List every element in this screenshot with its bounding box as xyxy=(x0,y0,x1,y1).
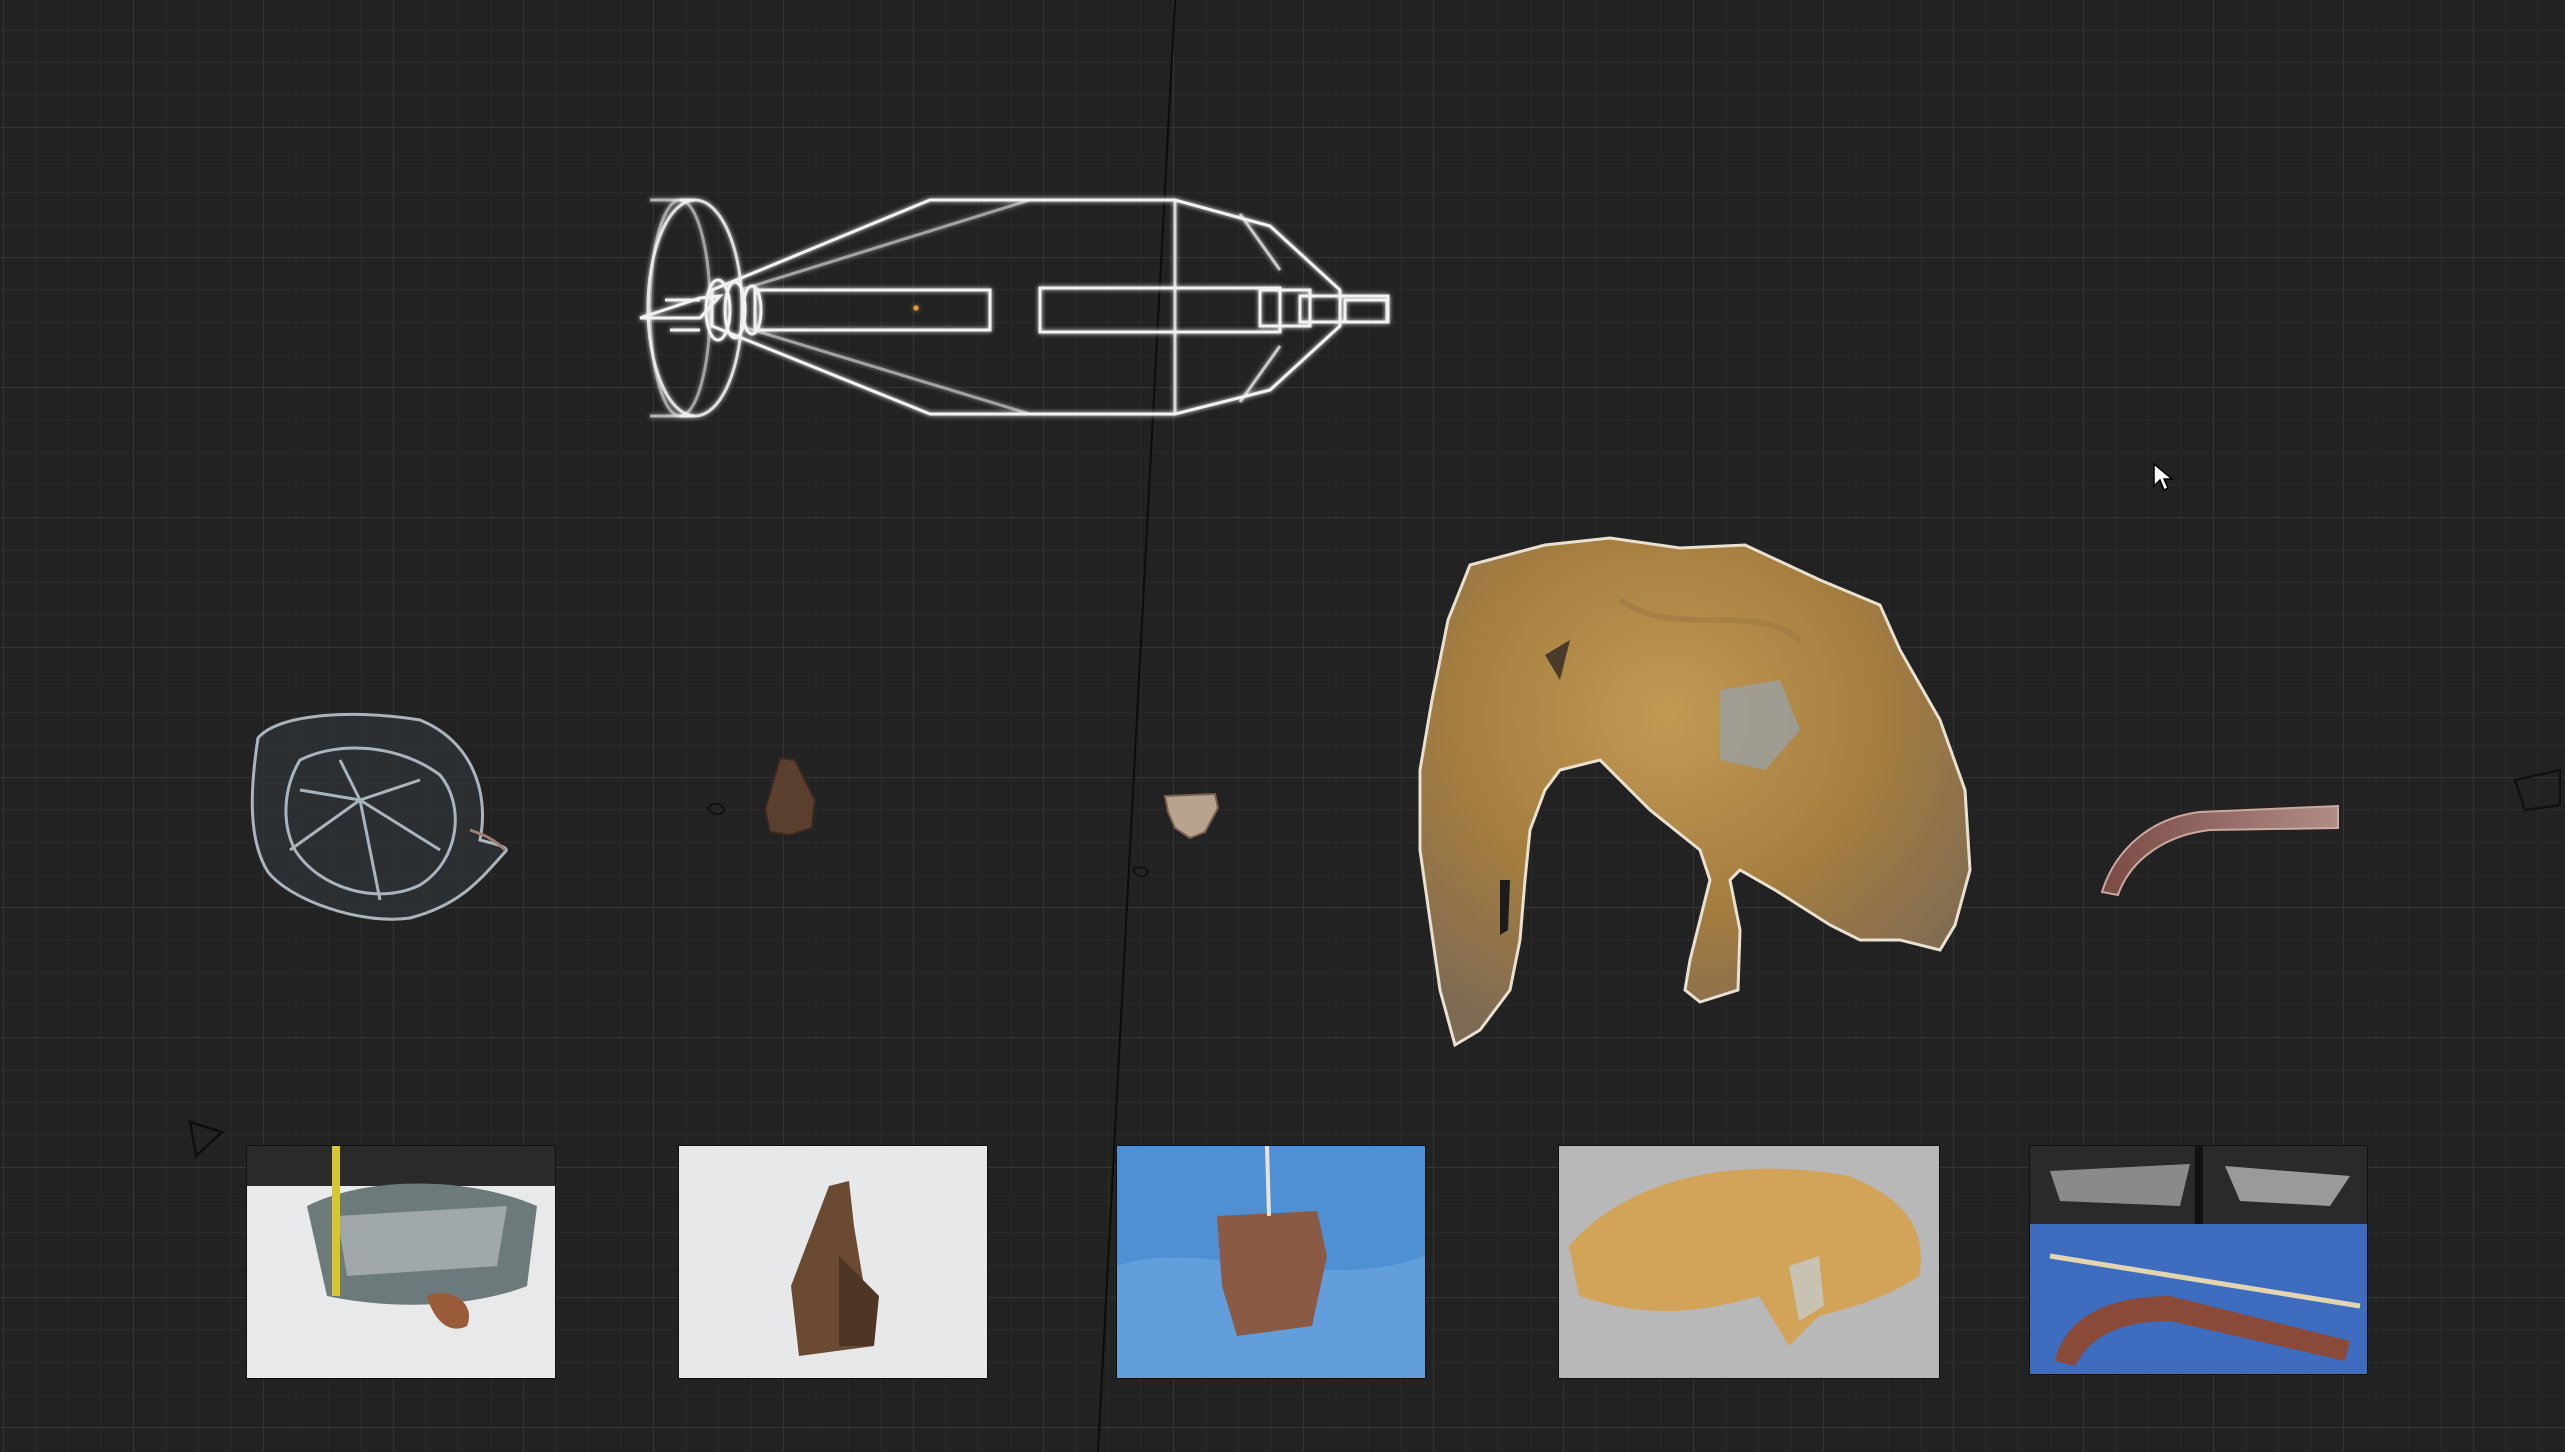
photo-ring-image xyxy=(247,1146,555,1378)
fragment-ring[interactable] xyxy=(250,712,508,921)
fragment-stub-small[interactable] xyxy=(1163,792,1220,840)
photo-plate[interactable] xyxy=(1559,1146,1939,1378)
pivot-marker xyxy=(706,802,726,816)
photo-shard[interactable] xyxy=(679,1146,987,1378)
photo-stub[interactable] xyxy=(1117,1146,1425,1378)
photo-plate-image xyxy=(1559,1146,1939,1378)
photo-rail-image xyxy=(2030,1146,2367,1374)
mouse-pointer-icon xyxy=(2153,462,2174,492)
fragment-shard-small[interactable] xyxy=(763,756,817,837)
camera-icon-left[interactable] xyxy=(188,1120,225,1159)
fragment-plate-large[interactable] xyxy=(1418,536,1972,1048)
fragment-rail[interactable] xyxy=(2100,804,2339,897)
viewport-canvas[interactable]: { "viewport": { "background": "#222222",… xyxy=(0,0,2565,1452)
photo-rail[interactable] xyxy=(2030,1146,2367,1374)
photo-ring[interactable] xyxy=(247,1146,555,1378)
photo-stub-image xyxy=(1117,1146,1425,1378)
bomb-wireframe[interactable] xyxy=(639,198,1390,418)
photo-shard-image xyxy=(679,1146,987,1378)
pivot-marker-2 xyxy=(1131,866,1150,878)
camera-icon-right[interactable] xyxy=(2513,768,2562,812)
